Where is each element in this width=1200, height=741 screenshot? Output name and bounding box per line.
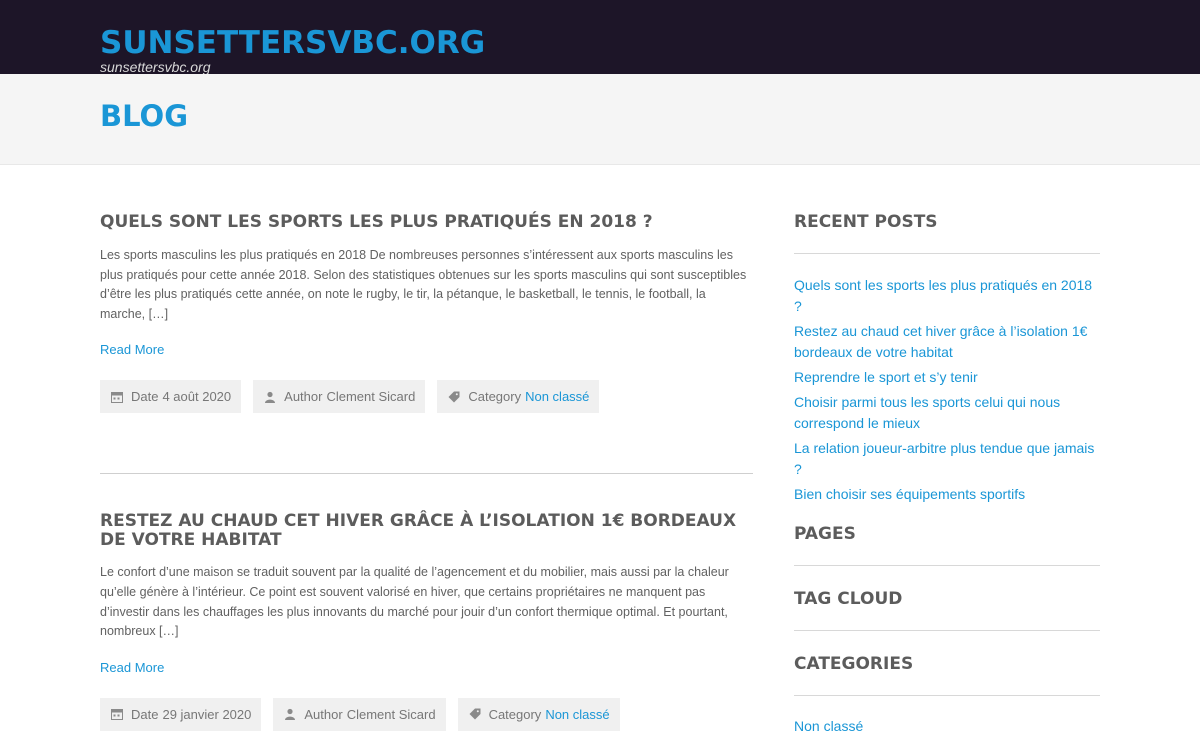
list-item: Quels sont les sports les plus pratiqués… xyxy=(794,275,1100,317)
recent-post-link[interactable]: Restez au chaud cet hiver grâce à l’isol… xyxy=(794,323,1087,360)
list-item: La relation joueur-arbitre plus tendue q… xyxy=(794,438,1100,480)
recent-post-link[interactable]: Reprendre le sport et s’y tenir xyxy=(794,369,978,385)
post-meta: Date 4 août 2020 Author Clement Sicard C… xyxy=(100,380,753,414)
category-link[interactable]: Non classé xyxy=(545,707,609,722)
post-author: Author Clement Sicard xyxy=(253,380,426,414)
category-label: Category xyxy=(468,389,522,405)
recent-posts-title: RECENT POSTS xyxy=(794,212,938,232)
author-value: Clement Sicard xyxy=(346,706,436,722)
date-value: 29 janvier 2020 xyxy=(162,706,252,722)
recent-posts-list: Quels sont les sports les plus pratiqués… xyxy=(794,275,1100,505)
post-title-text[interactable]: QUELS SONT LES SPORTS LES PLUS PRATIQUÉS… xyxy=(100,212,653,232)
widget-divider xyxy=(794,695,1100,696)
author-label: Author xyxy=(304,706,343,722)
post-title[interactable]: RESTEZ AU CHAUD CET HIVER GRÂCE À L’ISOL… xyxy=(100,512,753,550)
date-label: Date xyxy=(131,389,159,405)
post-date: Date 4 août 2020 xyxy=(100,380,242,414)
post-list: QUELS SONT LES SPORTS LES PLUS PRATIQUÉS… xyxy=(100,200,753,731)
author-value: Clement Sicard xyxy=(326,389,416,405)
category-link[interactable]: Non classé xyxy=(525,389,589,404)
post-title-text[interactable]: RESTEZ AU CHAUD CET HIVER GRÂCE À L’ISOL… xyxy=(100,511,736,550)
list-item: Non classé xyxy=(794,716,1100,737)
tag-cloud-title: TAG CLOUD xyxy=(794,589,903,609)
user-icon xyxy=(263,390,277,404)
pages-title: PAGES xyxy=(794,524,856,544)
author-label: Author xyxy=(284,389,323,405)
site-tagline: sunsettersvbc.org xyxy=(100,59,211,75)
calendar-icon xyxy=(110,390,124,404)
post-excerpt: Les sports masculins les plus pratiqués … xyxy=(100,248,747,321)
post-excerpt: Le confort d’une maison se traduit souve… xyxy=(100,565,729,639)
categories-title: CATEGORIES xyxy=(794,654,914,674)
list-item: Reprendre le sport et s’y tenir xyxy=(794,367,1100,388)
read-more-link[interactable]: Read More xyxy=(100,660,164,675)
post-category: Category Non classé xyxy=(437,380,600,414)
list-item: Choisir parmi tous les sports celui qui … xyxy=(794,392,1100,434)
post-category: Category Non classé xyxy=(457,697,620,731)
post-item: RESTEZ AU CHAUD CET HIVER GRÂCE À L’ISOL… xyxy=(100,512,753,731)
site-title-link[interactable]: SUNSETTERSVBC.ORG xyxy=(100,24,485,62)
widget-divider xyxy=(794,253,1100,254)
recent-post-link[interactable]: La relation joueur-arbitre plus tendue q… xyxy=(794,440,1094,477)
category-label: Category xyxy=(488,706,542,722)
post-meta: Date 29 janvier 2020 Author Clement Sica… xyxy=(100,697,753,731)
page-title-band: BLOG xyxy=(0,74,1200,165)
site-header: SUNSETTERSVBC.ORG sunsettersvbc.org xyxy=(0,0,1200,75)
tag-icon xyxy=(468,707,482,721)
recent-post-link[interactable]: Quels sont les sports les plus pratiqués… xyxy=(794,277,1092,314)
date-label: Date xyxy=(131,706,159,722)
page-title: BLOG xyxy=(100,99,189,133)
post-item: QUELS SONT LES SPORTS LES PLUS PRATIQUÉS… xyxy=(100,213,753,475)
date-value: 4 août 2020 xyxy=(162,389,232,405)
widget-divider xyxy=(794,630,1100,631)
list-item: Restez au chaud cet hiver grâce à l’isol… xyxy=(794,321,1100,363)
post-author: Author Clement Sicard xyxy=(273,697,446,731)
post-date: Date 29 janvier 2020 xyxy=(100,697,262,731)
user-icon xyxy=(283,707,297,721)
calendar-icon xyxy=(110,707,124,721)
categories-list: Non classé xyxy=(794,716,1100,737)
post-divider xyxy=(100,473,753,475)
post-title[interactable]: QUELS SONT LES SPORTS LES PLUS PRATIQUÉS… xyxy=(100,213,753,232)
recent-post-link[interactable]: Choisir parmi tous les sports celui qui … xyxy=(794,394,1060,431)
sidebar: RECENT POSTS Quels sont les sports les p… xyxy=(794,200,1100,741)
category-sidebar-link[interactable]: Non classé xyxy=(794,718,863,734)
widget-divider xyxy=(794,565,1100,566)
recent-post-link[interactable]: Bien choisir ses équipements sportifs xyxy=(794,486,1025,502)
tag-icon xyxy=(447,390,461,404)
list-item: Bien choisir ses équipements sportifs xyxy=(794,484,1100,505)
read-more-link[interactable]: Read More xyxy=(100,342,164,357)
